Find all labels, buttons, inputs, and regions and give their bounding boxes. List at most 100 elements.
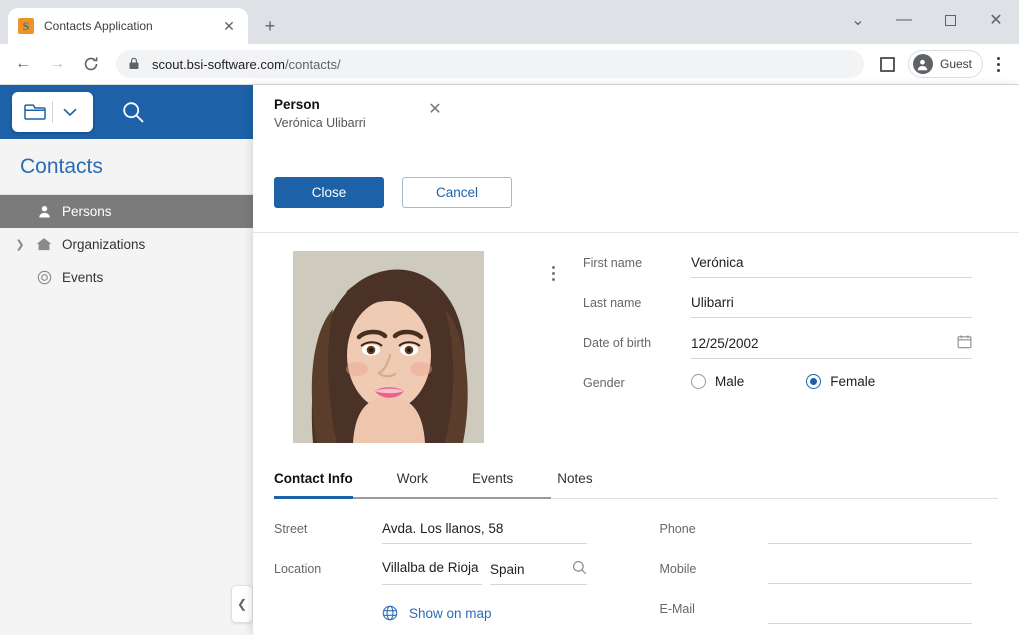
profile-label: Guest	[940, 57, 972, 71]
close-icon[interactable]: ✕	[425, 99, 445, 119]
person-summary: First name Verónica Last name Ulibarri	[253, 234, 1019, 443]
location-country-input[interactable]: Spain	[490, 557, 587, 585]
calendar-icon[interactable]	[957, 334, 972, 352]
street-input[interactable]: Avda. Los llanos, 58	[382, 517, 587, 544]
gender-radio-group: Male Female	[691, 371, 972, 389]
url-domain: scout.bsi-software.com	[152, 57, 285, 72]
maximize-icon[interactable]	[927, 0, 973, 40]
field-mobile: Mobile	[660, 557, 973, 597]
field-gender: Gender Male Female	[583, 371, 972, 411]
search-icon[interactable]	[572, 560, 587, 578]
mobile-input[interactable]	[768, 557, 973, 584]
date-of-birth-input[interactable]: 12/25/2002	[691, 331, 972, 359]
link-label: Show on map	[409, 606, 492, 621]
chevron-down-icon	[53, 108, 87, 117]
radio-label: Female	[830, 374, 875, 389]
avatar	[913, 54, 933, 74]
tab-contact-info[interactable]: Contact Info	[274, 463, 353, 498]
folder-dropdown-button[interactable]	[12, 92, 93, 132]
detail-tabs: Contact Info Work Events Notes	[274, 463, 998, 499]
chevron-down-icon[interactable]: ⌄	[835, 0, 881, 40]
close-window-icon[interactable]: ✕	[973, 0, 1019, 40]
field-label: Last name	[583, 291, 691, 310]
sidebar-item-events[interactable]: Events	[0, 261, 253, 294]
browser-tab[interactable]: S Contacts Application ✕	[8, 8, 248, 44]
chevron-right-icon[interactable]: ❯	[10, 238, 30, 251]
radio-icon	[806, 374, 821, 389]
cancel-button[interactable]: Cancel	[402, 177, 512, 208]
new-tab-icon[interactable]: +	[256, 12, 284, 40]
field-label: Gender	[583, 371, 691, 390]
field-label: Street	[274, 517, 382, 536]
sidebar-item-label: Persons	[62, 204, 112, 219]
forward-icon[interactable]: →	[42, 49, 72, 79]
browser-toolbar: ← → scout.bsi-software.com/contacts/ Gue…	[0, 44, 1019, 85]
field-phone: Phone	[660, 517, 973, 557]
folder-icon	[18, 103, 52, 121]
location-inputs: Villalba de Rioja Spain	[382, 557, 587, 585]
field-value: Ulibarri	[691, 295, 972, 310]
window-controls: ⌄ — ✕	[835, 0, 1019, 40]
close-icon[interactable]: ✕	[220, 17, 238, 35]
close-button[interactable]: Close	[274, 177, 384, 208]
gender-radio-female[interactable]: Female	[806, 374, 875, 389]
field-label: Mobile	[660, 557, 768, 576]
target-icon	[30, 270, 58, 285]
last-name-input[interactable]: Ulibarri	[691, 291, 972, 318]
show-on-map-link[interactable]: Show on map	[382, 605, 492, 621]
field-date-of-birth: Date of birth 12/25/2002	[583, 331, 972, 371]
field-street: Street Avda. Los llanos, 58	[274, 517, 587, 557]
sidebar-item-persons[interactable]: Persons	[0, 195, 253, 228]
browser-tabstrip: S Contacts Application ✕ + ⌄ — ✕	[0, 0, 1019, 44]
field-value: Verónica	[691, 255, 972, 270]
person-photo[interactable]	[293, 251, 484, 443]
back-icon[interactable]: ←	[8, 49, 38, 79]
radio-label: Male	[715, 374, 744, 389]
tab-notes[interactable]: Notes	[557, 463, 592, 498]
url-text: scout.bsi-software.com/contacts/	[152, 57, 341, 72]
browser-menu-icon[interactable]	[985, 50, 1011, 78]
contact-info-panel: Street Avda. Los llanos, 58 Location Vil…	[253, 499, 1019, 635]
home-icon	[30, 237, 58, 252]
photo-menu-column	[523, 251, 583, 443]
location-city-input[interactable]: Villalba de Rioja	[382, 557, 482, 585]
lock-icon	[128, 57, 142, 71]
first-name-input[interactable]: Verónica	[691, 251, 972, 278]
map-row: Show on map	[274, 605, 587, 621]
reload-icon[interactable]	[76, 49, 106, 79]
favicon-icon: S	[18, 18, 34, 34]
search-icon[interactable]	[113, 92, 153, 132]
side-panel-icon[interactable]	[874, 50, 902, 78]
gender-radio-male[interactable]: Male	[691, 374, 744, 389]
email-input[interactable]	[768, 597, 973, 624]
sidebar: Persons ❯ Organizations Events	[0, 195, 253, 294]
tab-events[interactable]: Events	[472, 463, 513, 498]
sidebar-collapse-button[interactable]: ❮	[231, 585, 253, 623]
field-value: Spain	[490, 562, 572, 577]
field-label: Location	[274, 557, 382, 576]
dialog-header: Person Verónica Ulibarri	[253, 85, 452, 139]
person-fields: First name Verónica Last name Ulibarri	[583, 251, 1019, 443]
sidebar-item-organizations[interactable]: ❯ Organizations	[0, 228, 253, 261]
field-label: First name	[583, 251, 691, 270]
address-bar[interactable]: scout.bsi-software.com/contacts/	[116, 50, 864, 78]
application: Quick access Options	[0, 85, 1019, 635]
field-label: Date of birth	[583, 331, 691, 350]
radio-icon	[691, 374, 706, 389]
tab-work[interactable]: Work	[397, 463, 428, 498]
sidebar-item-label: Events	[62, 270, 103, 285]
sidebar-item-label: Organizations	[62, 237, 145, 252]
field-last-name: Last name Ulibarri	[583, 291, 972, 331]
dialog-actions: Close Cancel	[253, 139, 1019, 233]
profile-button[interactable]: Guest	[908, 50, 983, 78]
tab-title: Contacts Application	[44, 19, 220, 33]
person-dialog: Person Verónica Ulibarri ✕ Close Cancel	[253, 85, 1019, 635]
phone-input[interactable]	[768, 517, 973, 544]
field-first-name: First name Verónica	[583, 251, 972, 291]
page-title: Contacts	[20, 155, 103, 179]
field-location: Location Villalba de Rioja Spain	[274, 557, 587, 597]
vertical-dots-icon[interactable]	[552, 266, 555, 443]
address-column: Street Avda. Los llanos, 58 Location Vil…	[253, 517, 634, 635]
dialog-body: First name Verónica Last name Ulibarri	[253, 234, 1019, 635]
minimize-icon[interactable]: —	[881, 0, 927, 40]
